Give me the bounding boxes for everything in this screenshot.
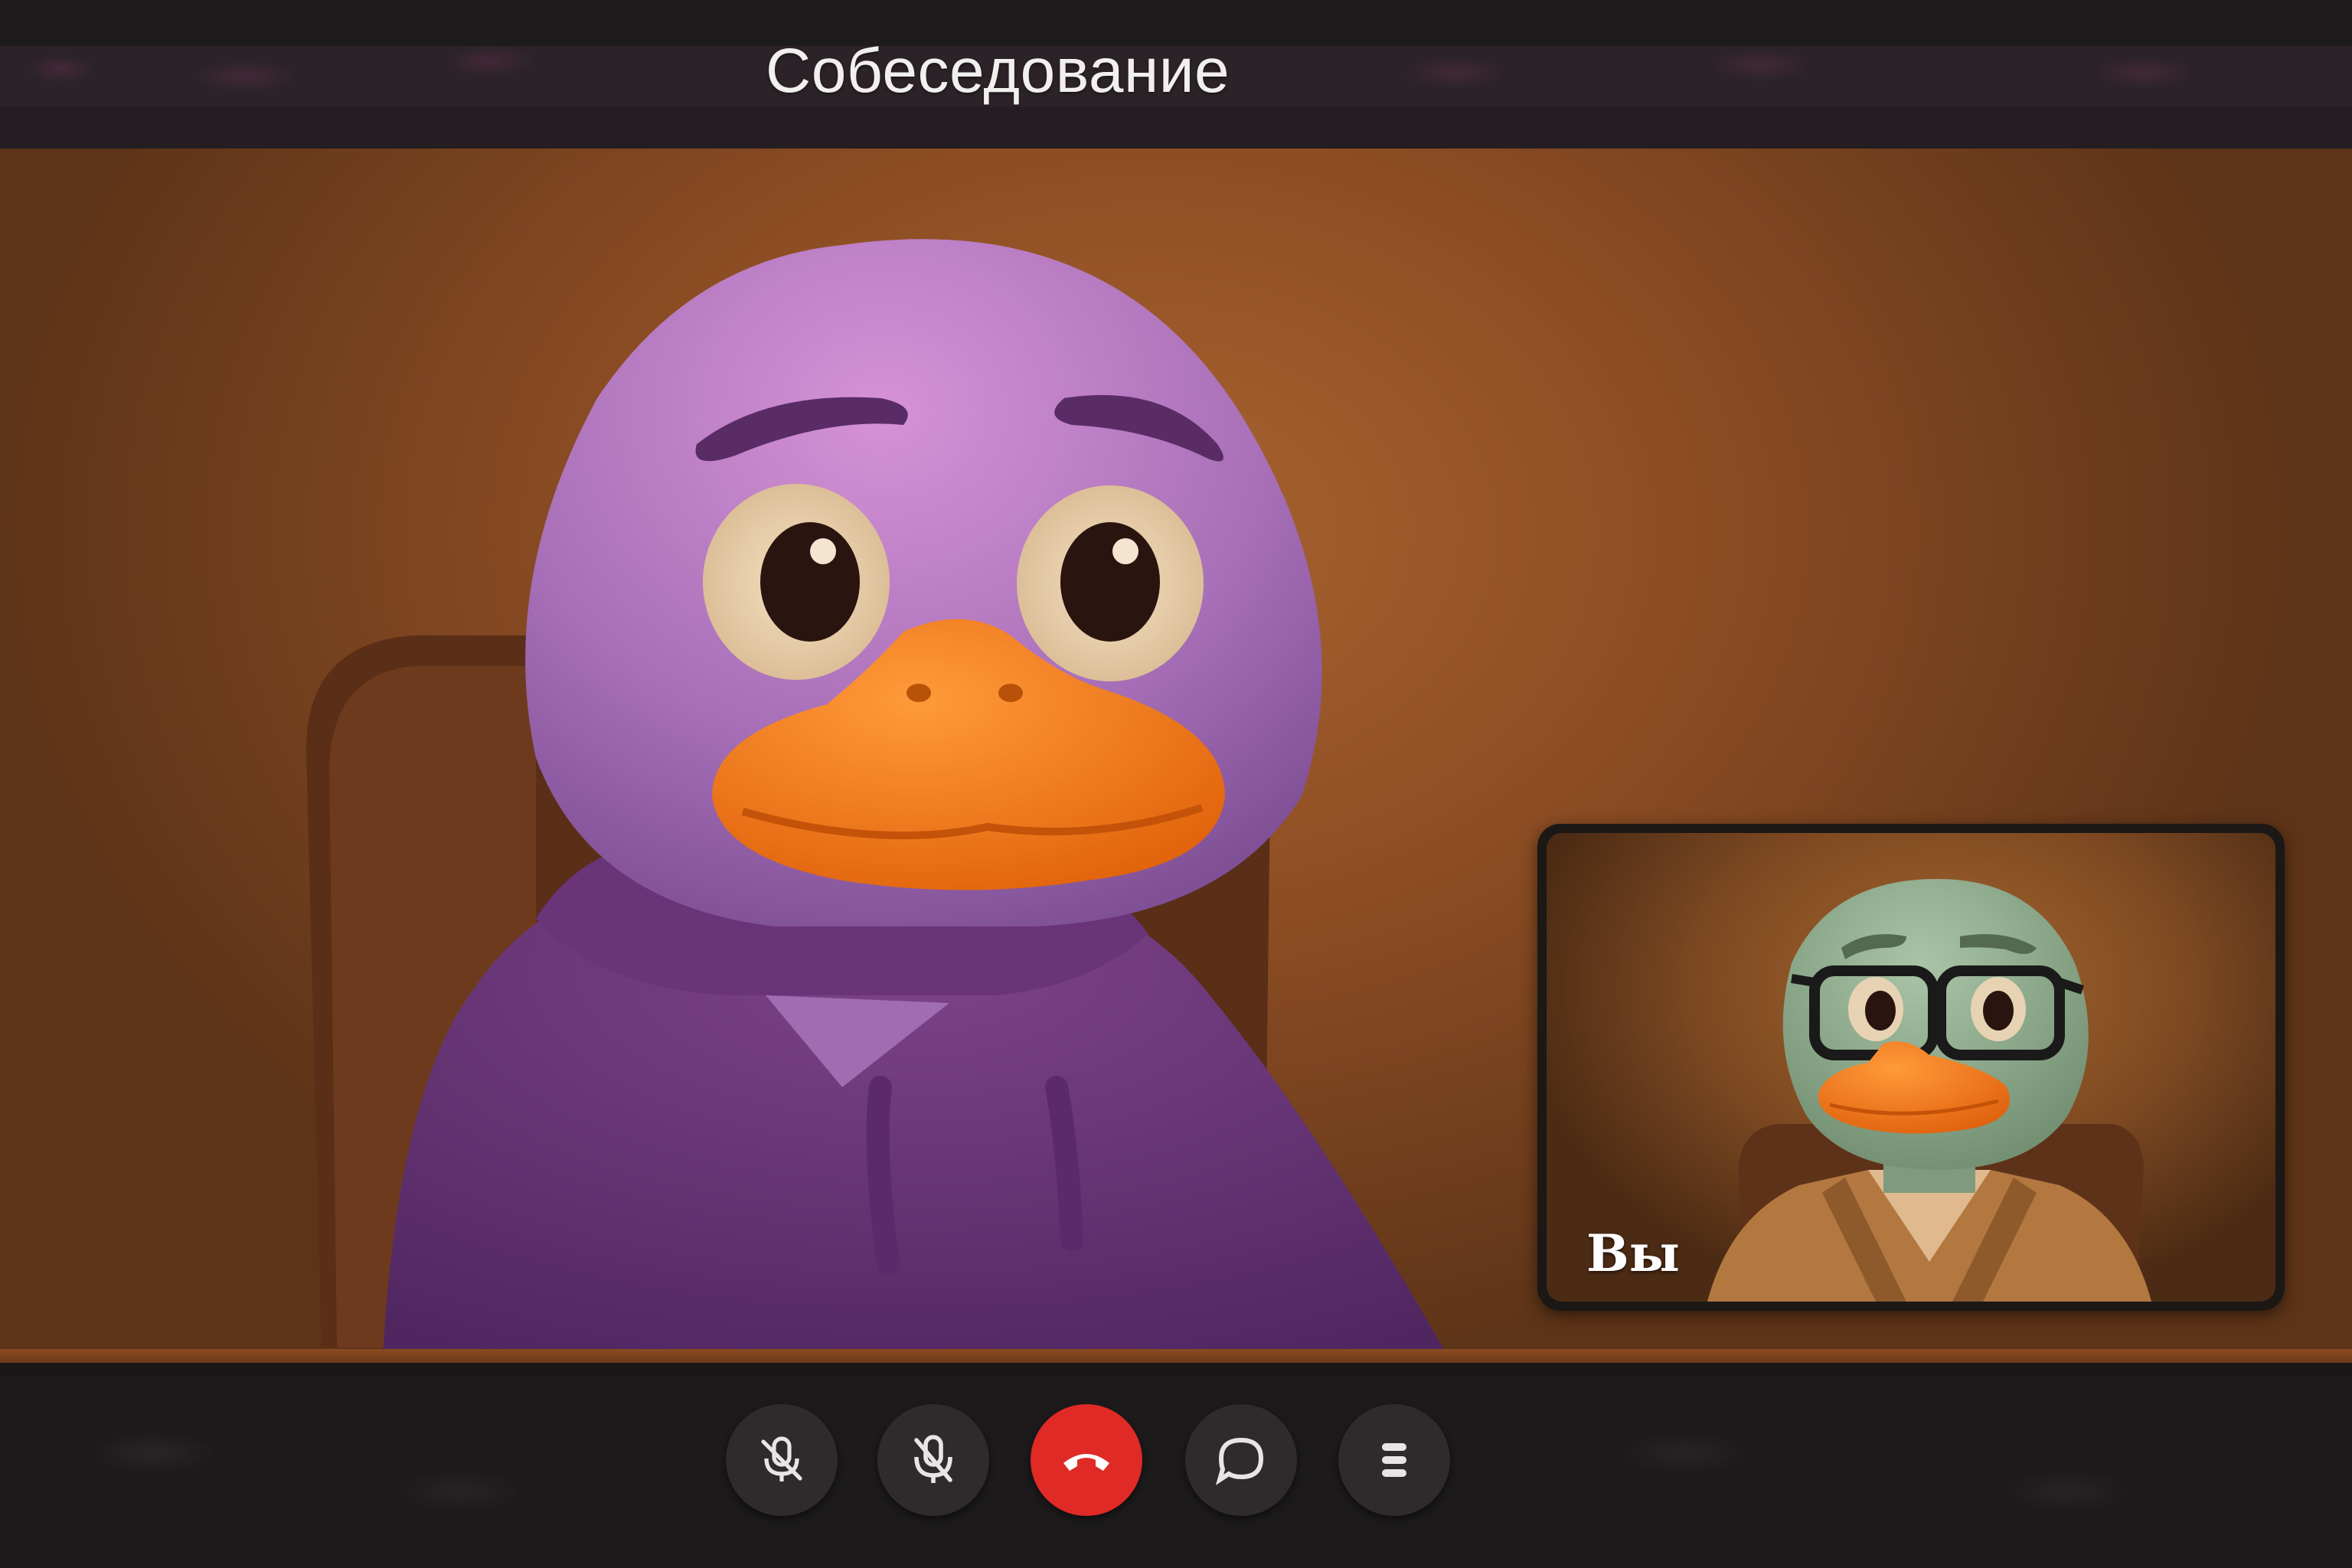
microphone-off-icon [761,1436,802,1481]
call-title: Собеседование [766,36,1230,106]
mute-microphone-button[interactable] [726,1404,838,1516]
mute-microphone-alt-button[interactable] [877,1404,989,1516]
chat-bubble-icon [1215,1437,1264,1486]
end-call-button[interactable] [1031,1404,1142,1516]
menu-icon [1382,1443,1406,1477]
self-view-label: Вы [1586,1223,1680,1283]
title-bar: Собеседование [0,0,2352,149]
microphone-off-icon [914,1435,952,1483]
self-view-tile[interactable]: Вы [1537,824,2285,1311]
video-call-app: Собеседование Вы [0,0,2352,1568]
self-view-video: Вы [1547,833,2275,1302]
call-controls-bar [0,1377,2352,1568]
phone-hangup-icon [1063,1454,1109,1471]
more-options-button[interactable] [1338,1404,1450,1516]
chat-button[interactable] [1185,1404,1297,1516]
desk-edge [0,1349,2352,1363]
